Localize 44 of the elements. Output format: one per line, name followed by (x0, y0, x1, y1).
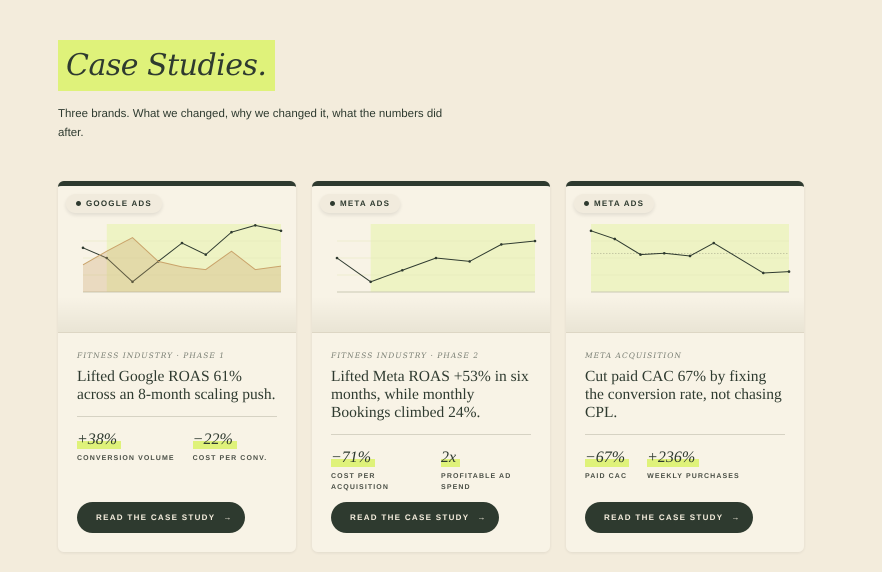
chart-point (280, 230, 282, 232)
chart-point (639, 253, 642, 256)
chart-point (434, 256, 438, 260)
chart-point (662, 252, 666, 255)
case-headline: Lifted Meta ROAS +53% in six months, while monthly Bookings climbed 24%. (331, 368, 530, 422)
chart-point (762, 272, 765, 274)
chart-point (712, 242, 716, 244)
chart-point (82, 246, 84, 250)
chart-point (105, 256, 108, 260)
case-headline: Lifted Google ROAS 61% across an 8-month scaling push. (77, 368, 276, 404)
chart-point (534, 240, 536, 242)
stat-value: −22% (192, 431, 237, 449)
chart-point (156, 260, 160, 263)
chart-point (500, 243, 503, 246)
dot-icon (330, 201, 335, 206)
stat-value: 2x (441, 449, 460, 467)
chart-point (230, 230, 233, 234)
chart-point (204, 253, 208, 256)
chart-point (369, 280, 372, 284)
read-case-study-button[interactable]: READ THE CASE STUDY → (77, 502, 245, 533)
platform-tag: META ADS (320, 194, 400, 213)
page-title: Case Studies. (58, 40, 276, 91)
chart-point (180, 242, 184, 244)
stat-value: −67% (585, 449, 630, 467)
chart-point (788, 270, 790, 273)
chart-point (688, 254, 692, 258)
chart-point (254, 224, 257, 227)
stat-value: +38% (77, 431, 122, 449)
page-subtitle: Three brands. What we changed, why we changed it, what the numbers did after. (58, 107, 444, 141)
chart-point (590, 230, 592, 232)
dot-icon (76, 201, 81, 206)
platform-tag: META ADS (574, 194, 654, 213)
chart-point (401, 268, 404, 272)
stat-value: −71% (331, 449, 376, 467)
read-case-study-button[interactable]: READ THE CASE STUDY → (331, 502, 499, 533)
chart-point (468, 260, 471, 263)
chart-point (131, 280, 134, 284)
case-headline: Cut paid CAC 67% by fixing the conversion rate, not chasing CPL. (585, 368, 783, 422)
chart-point (613, 238, 616, 240)
stat-value: +236% (647, 449, 700, 467)
read-case-study-button[interactable]: READ THE CASE STUDY → (585, 502, 753, 533)
chart-point (336, 256, 338, 260)
platform-tag: GOOGLE ADS (66, 194, 162, 213)
dot-icon (584, 201, 589, 206)
